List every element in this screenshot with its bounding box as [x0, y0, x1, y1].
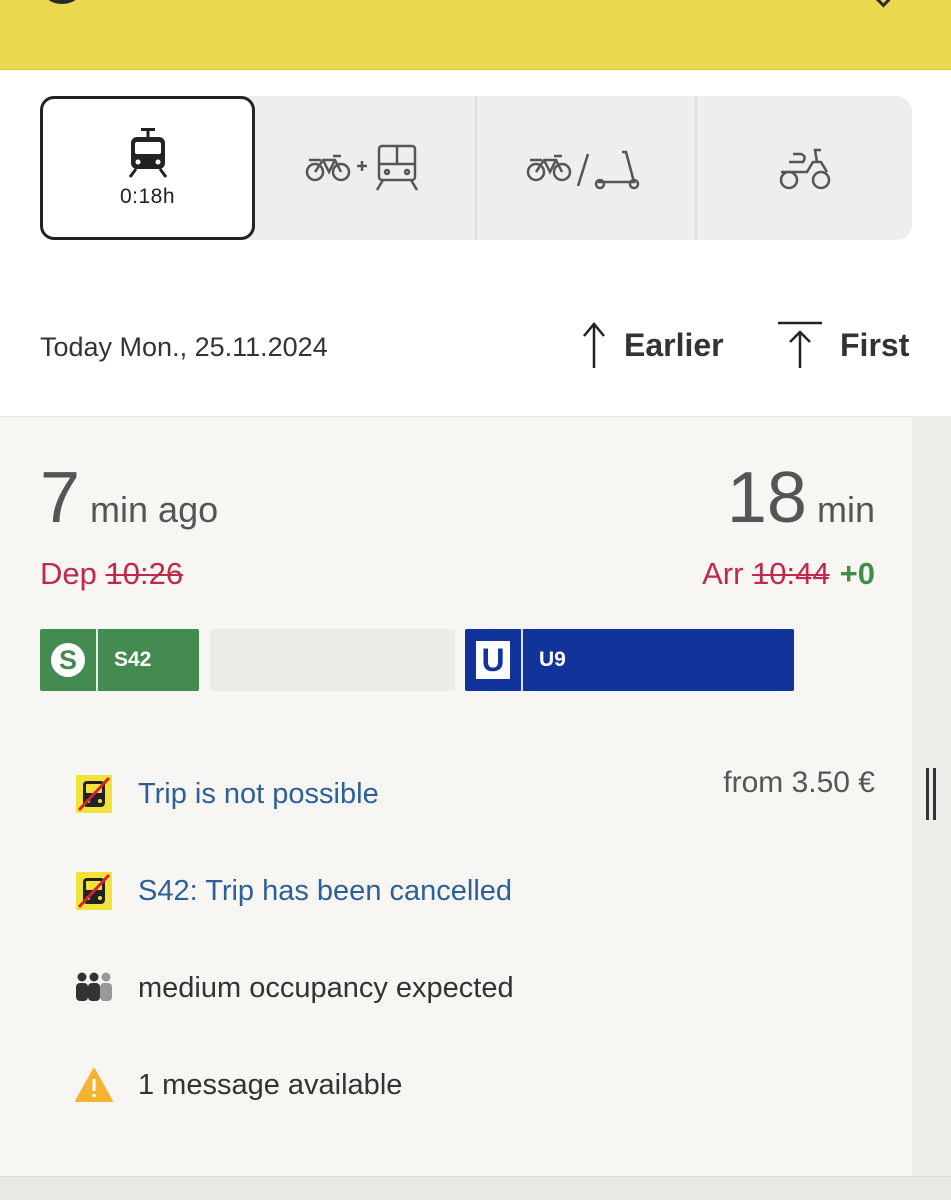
departure-prefix: Dep	[40, 556, 97, 591]
cancelled-icon	[74, 774, 114, 814]
leg-u-bahn[interactable]: U U9	[465, 629, 794, 691]
drag-handle-icon[interactable]	[926, 768, 938, 820]
departure-scheduled-time: 10:26	[105, 556, 184, 591]
info-text: medium occupancy expected	[138, 971, 514, 1004]
info-s42-cancelled[interactable]: S42: Trip has been cancelled	[74, 869, 512, 913]
arrow-up-to-top-icon	[778, 321, 822, 368]
moped-icon	[779, 148, 830, 190]
leg-s-bahn[interactable]: S S42	[40, 629, 199, 691]
date-label: Today Mon., 25.11.2024	[40, 332, 328, 362]
departure-relative-unit: min ago	[90, 489, 219, 530]
info-text: Trip is not possible	[138, 777, 379, 810]
arrival-relative: 18 min	[727, 462, 875, 534]
s-bahn-icon: S	[40, 629, 98, 691]
earlier-button[interactable]: Earlier	[580, 320, 724, 370]
bike-scooter-icon	[526, 150, 640, 190]
chevron-down-icon[interactable]	[873, 0, 891, 8]
trip-legs: S S42 U U9	[40, 629, 800, 691]
warning-icon	[74, 1065, 114, 1105]
cancelled-icon	[74, 871, 114, 911]
mode-tab-bike-scooter[interactable]	[475, 96, 695, 240]
date-bar: Today Mon., 25.11.2024 Earlier First	[0, 290, 951, 410]
departure-relative-value: 7	[40, 458, 81, 538]
app-header	[0, 0, 951, 70]
arrival-relative-unit: min	[816, 489, 875, 530]
arrow-up-icon	[583, 322, 605, 368]
mode-selector: 0:18h	[40, 96, 912, 240]
u-bahn-icon: U	[465, 629, 523, 691]
bike-plus-train-icon	[305, 144, 419, 191]
price-label: from 3.50 €	[723, 766, 875, 799]
leg-line-label: U9	[539, 648, 566, 671]
mode-tab-bike-and-ride[interactable]	[255, 96, 475, 240]
mode-tab-public-transport[interactable]: 0:18h	[40, 96, 255, 240]
arrival-time: Arr 10:44 +0	[702, 556, 875, 592]
first-button[interactable]: First	[776, 320, 909, 370]
back-icon[interactable]	[44, 0, 80, 4]
arrival-scheduled-time: 10:44	[752, 556, 830, 591]
leg-transfer-gap	[210, 629, 455, 691]
info-text: S42: Trip has been cancelled	[138, 874, 513, 907]
departure-time: Dep 10:26	[40, 556, 183, 592]
tram-icon	[128, 128, 167, 178]
u-bahn-badge: U	[476, 641, 510, 679]
info-messages[interactable]: 1 message available	[74, 1063, 402, 1107]
info-text: 1 message available	[138, 1068, 403, 1101]
arrival-relative-value: 18	[726, 458, 807, 538]
info-trip-not-possible[interactable]: Trip is not possible	[74, 772, 379, 816]
mode-tab-moped[interactable]	[695, 96, 912, 240]
mode-duration: 0:18h	[119, 185, 176, 208]
leg-line-label: S42	[114, 648, 152, 671]
first-label: First	[840, 326, 910, 363]
s-bahn-badge: S	[51, 643, 85, 677]
next-result-edge	[0, 1176, 951, 1200]
departure-relative: 7 min ago	[40, 462, 218, 534]
occupancy-icon	[74, 968, 114, 1008]
arrival-prefix: Arr	[702, 556, 744, 591]
info-occupancy: medium occupancy expected	[74, 966, 514, 1010]
arrival-delay: +0	[839, 556, 875, 591]
earlier-label: Earlier	[624, 326, 724, 363]
